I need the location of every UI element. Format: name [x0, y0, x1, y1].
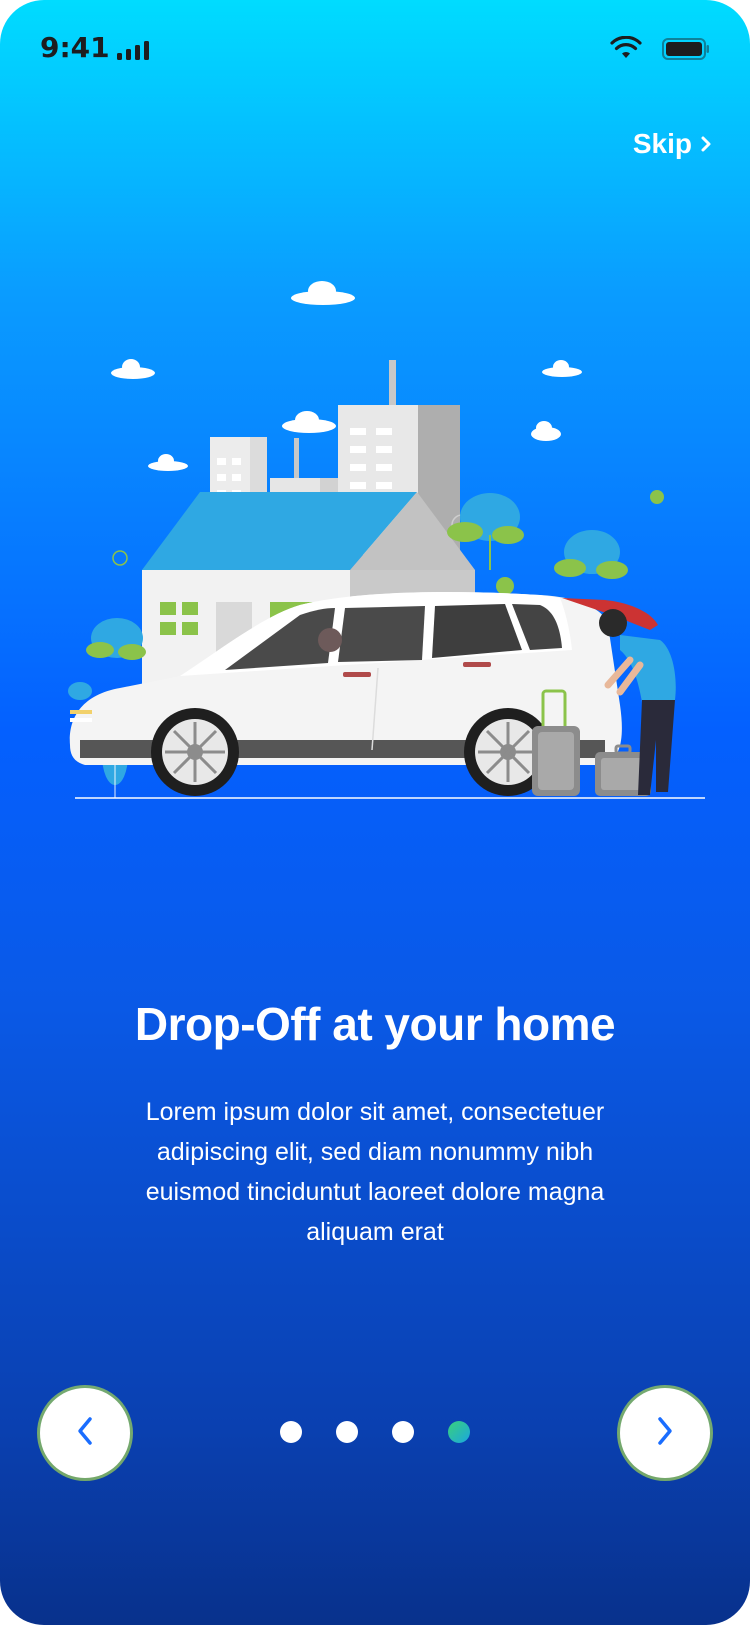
car-drop-off-illustration — [60, 280, 720, 840]
status-time: 9:41 — [40, 31, 110, 64]
skip-button[interactable]: Skip — [633, 124, 712, 164]
page-dot-2[interactable] — [336, 1421, 358, 1443]
skip-label: Skip — [632, 128, 692, 159]
page-dot-3[interactable] — [392, 1421, 414, 1443]
next-button[interactable] — [620, 1388, 710, 1478]
status-bar: 9:41 — [40, 28, 710, 68]
chevron-left-icon — [73, 1413, 97, 1453]
previous-button[interactable] — [40, 1388, 130, 1478]
page-dot-4-active[interactable] — [448, 1421, 470, 1443]
battery-icon — [662, 38, 710, 64]
onboarding-title: Drop-Off at your home — [134, 998, 616, 1050]
onboarding-screen: 9:41 Skip Drop-Off at your home Lorem ip… — [0, 0, 750, 1625]
chevron-right-icon — [700, 124, 712, 164]
signal-icon — [117, 40, 151, 66]
page-indicator — [280, 1421, 470, 1445]
chevron-right-icon — [653, 1413, 677, 1453]
wifi-icon — [610, 35, 642, 64]
onboarding-description: Lorem ipsum dolor sit amet, consectetuer… — [145, 1098, 605, 1246]
page-dot-1[interactable] — [280, 1421, 302, 1443]
